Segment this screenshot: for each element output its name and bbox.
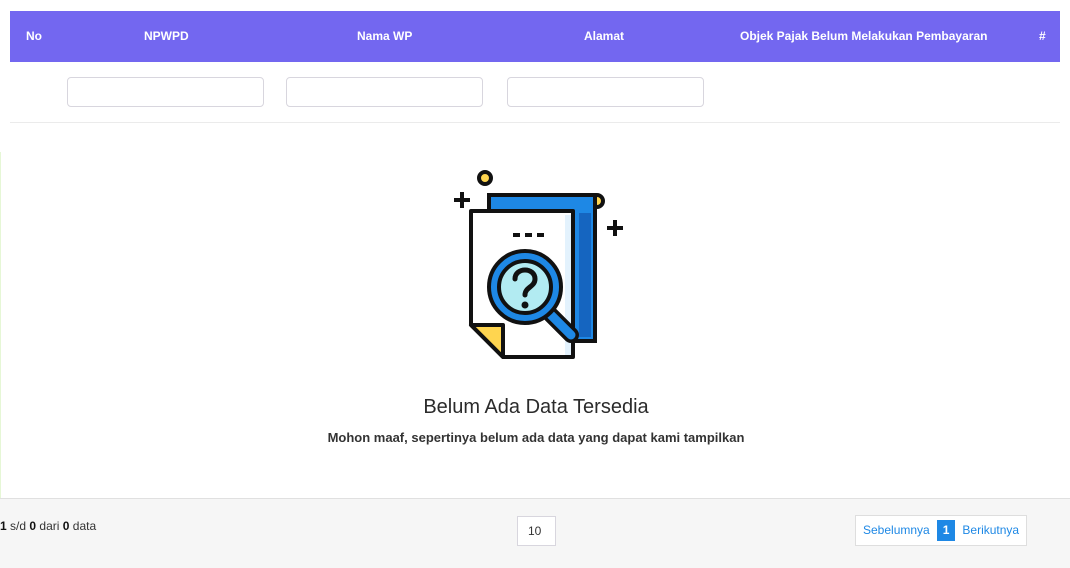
- alamat-filter-input[interactable]: [507, 77, 704, 107]
- next-page-button[interactable]: Berikutnya: [955, 516, 1026, 545]
- info-suffix: data: [69, 519, 97, 533]
- page: No NPWPD Nama WP Alamat Objek Pajak Belu…: [0, 0, 1070, 568]
- table-footer: 1 s/d 0 dari 0 data 10 Sebelumnya 1 Beri…: [0, 498, 1070, 568]
- npwpd-filter-input[interactable]: [67, 77, 264, 107]
- table-header: No NPWPD Nama WP Alamat Objek Pajak Belu…: [10, 11, 1060, 62]
- empty-state-subtitle: Mohon maaf, sepertinya belum ada data ya…: [327, 430, 745, 445]
- pagination: Sebelumnya 1 Berikutnya: [855, 515, 1028, 546]
- column-header-nama-wp[interactable]: Nama WP: [357, 11, 412, 62]
- column-header-alamat[interactable]: Alamat: [584, 11, 624, 62]
- empty-state: Belum Ada Data Tersedia Mohon maaf, sepe…: [0, 152, 1070, 498]
- pagination-info: 1 s/d 0 dari 0 data: [0, 519, 96, 533]
- prev-page-button[interactable]: Sebelumnya: [856, 516, 937, 545]
- document-search-question-icon: [454, 170, 623, 359]
- per-page-select[interactable]: 10: [517, 516, 556, 546]
- info-from: 1: [0, 519, 7, 533]
- column-header-objek-pajak[interactable]: Objek Pajak Belum Melakukan Pembayaran: [740, 11, 987, 62]
- info-sep-of: dari: [36, 519, 63, 533]
- empty-state-title: Belum Ada Data Tersedia: [423, 396, 649, 418]
- info-sep-to: s/d: [6, 519, 30, 533]
- nama-wp-filter-input[interactable]: [286, 77, 483, 107]
- column-header-no[interactable]: No: [26, 11, 42, 62]
- filter-row: [10, 62, 1060, 123]
- page-button-1[interactable]: 1: [936, 520, 956, 541]
- column-header-actions: #: [1039, 29, 1046, 43]
- column-header-npwpd[interactable]: NPWPD: [144, 11, 189, 62]
